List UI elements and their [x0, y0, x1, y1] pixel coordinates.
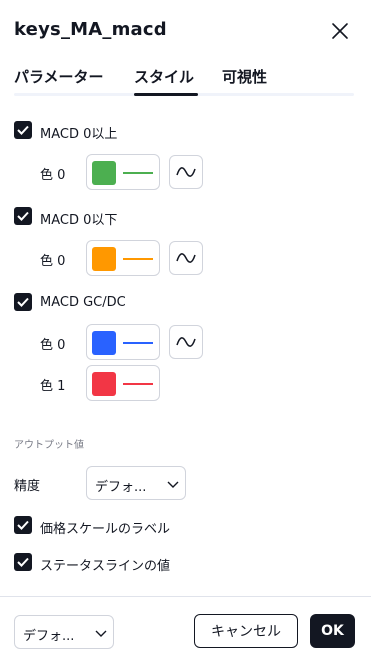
scale-label-text: 価格スケールのラベル	[40, 522, 171, 537]
tab-visibility[interactable]: 可視性	[222, 66, 267, 87]
chevron-down-icon	[95, 630, 107, 637]
plot-2-color-0-label: 色 0	[40, 338, 66, 353]
plot-1-checkbox[interactable]	[14, 207, 32, 225]
chevron-down-icon	[167, 481, 179, 488]
line-sample	[123, 342, 153, 344]
plot-2-checkbox[interactable]	[14, 293, 32, 311]
plot-2-label: MACD GC/DC	[40, 295, 126, 310]
plot-0-color-0-picker[interactable]	[86, 154, 160, 190]
plot-2-color-1-picker[interactable]	[86, 365, 160, 401]
plot-2-style-button[interactable]	[169, 325, 203, 359]
check-icon	[17, 297, 29, 307]
plot-0-color-0-label: 色 0	[40, 168, 66, 183]
check-icon	[17, 211, 29, 221]
tab-parameters[interactable]: パラメーター	[14, 66, 104, 87]
precision-label: 精度	[14, 479, 41, 494]
plot-1-label: MACD 0以下	[40, 213, 118, 228]
precision-select[interactable]: デフォ...	[86, 466, 186, 500]
tab-style[interactable]: スタイル	[134, 66, 194, 87]
close-icon	[332, 23, 348, 39]
defaults-select[interactable]: デフォ...	[14, 615, 114, 649]
check-icon	[17, 125, 29, 135]
ok-button[interactable]: OK	[310, 614, 355, 648]
plot-1-style-button[interactable]	[169, 241, 203, 275]
wave-icon	[176, 167, 196, 177]
plot-0-checkbox[interactable]	[14, 121, 32, 139]
color-swatch	[92, 247, 116, 271]
wave-icon	[176, 253, 196, 263]
status-line-checkbox[interactable]	[14, 553, 32, 571]
status-line-text: ステータスラインの値	[40, 559, 171, 574]
plot-0-label: MACD 0以上	[40, 127, 118, 142]
scale-label-checkbox[interactable]	[14, 516, 32, 534]
footer-divider	[0, 596, 371, 597]
line-sample	[123, 172, 153, 174]
check-icon	[17, 520, 29, 530]
cancel-button[interactable]: キャンセル	[194, 614, 298, 648]
plot-2-color-0-picker[interactable]	[86, 324, 160, 360]
line-sample	[123, 383, 153, 385]
wave-icon	[176, 337, 196, 347]
plot-2-color-1-label: 色 1	[40, 379, 66, 394]
line-sample	[123, 258, 153, 260]
plot-0-style-button[interactable]	[169, 155, 203, 189]
color-swatch	[92, 372, 116, 396]
dialog-title: keys_MA_macd	[14, 19, 167, 40]
output-values-section-title: アウトプット値	[14, 440, 84, 451]
active-tab-indicator	[134, 93, 198, 96]
color-swatch	[92, 331, 116, 355]
check-icon	[17, 557, 29, 567]
plot-1-color-0-picker[interactable]	[86, 240, 160, 276]
close-button[interactable]	[328, 19, 352, 43]
plot-1-color-0-label: 色 0	[40, 254, 66, 269]
precision-value: デフォ...	[95, 480, 147, 495]
color-swatch	[92, 161, 116, 185]
defaults-value: デフォ...	[23, 629, 75, 644]
